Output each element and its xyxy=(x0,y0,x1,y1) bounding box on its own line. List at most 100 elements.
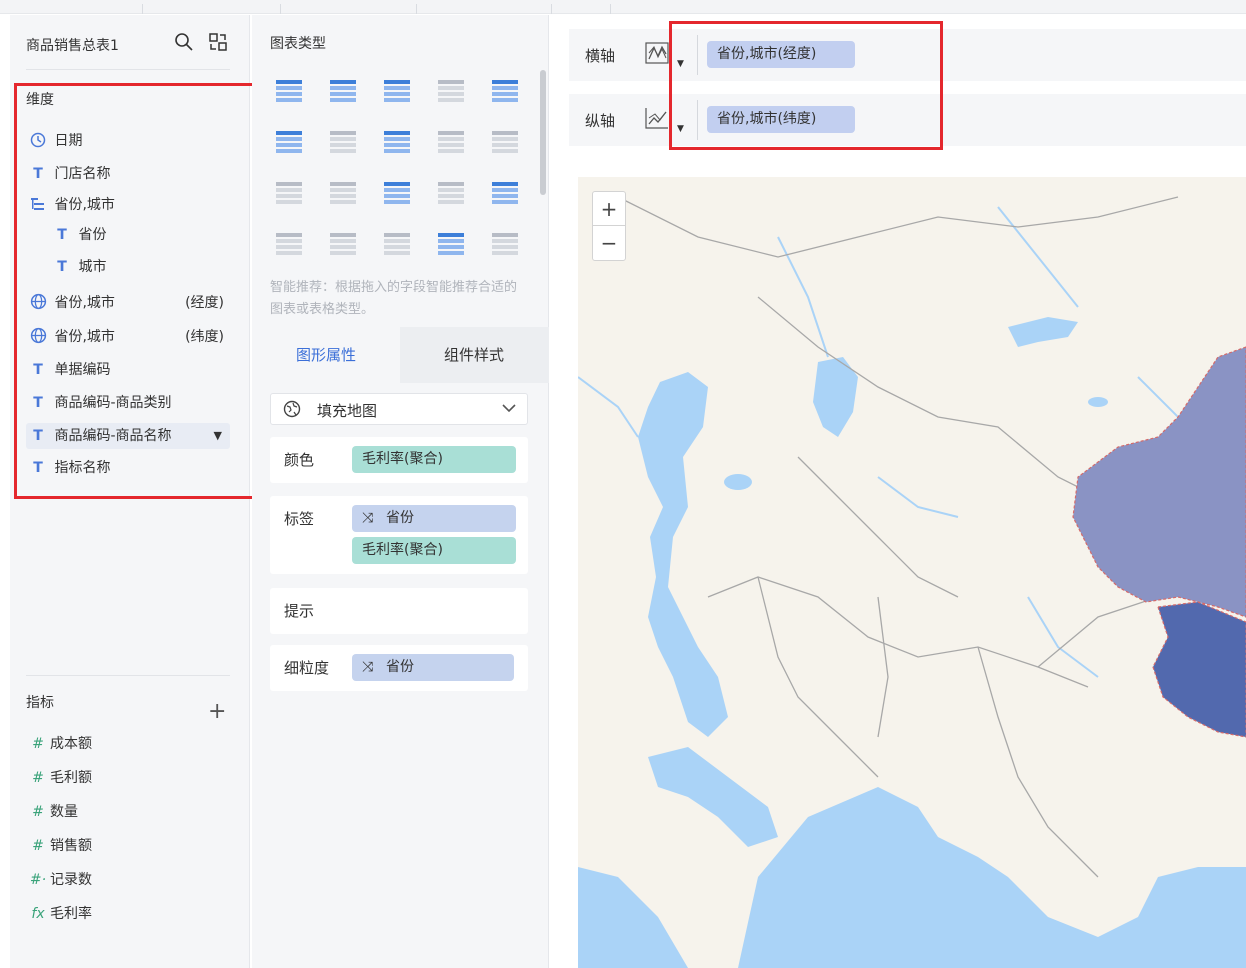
color-label: 颜色 xyxy=(284,451,315,469)
pill-label: 省份 xyxy=(386,659,414,675)
dimension-field-province-city[interactable]: 省份,城市 xyxy=(26,192,230,218)
data-field-panel: 商品销售总表1 维度 日期 T 门店名称 省份,城市 T 省份 T 城市 省份,… xyxy=(10,15,250,968)
pill-label: 省份 xyxy=(386,510,414,526)
globe-icon xyxy=(26,290,50,316)
measure-field-quantity[interactable]: # 数量 xyxy=(26,799,78,825)
axis-dropdown-icon[interactable]: ▼ xyxy=(677,59,684,69)
property-tabs: 图形属性 组件样式 xyxy=(252,327,549,383)
dimension-field-metric-name[interactable]: T 指标名称 xyxy=(26,455,230,481)
map-canvas[interactable] xyxy=(578,177,1246,968)
wave-line-icon[interactable] xyxy=(384,182,410,204)
scrollbar[interactable] xyxy=(540,70,546,195)
x-axis-field-pill[interactable]: 省份,城市(经度) xyxy=(707,41,855,68)
text-type-icon: T xyxy=(33,428,43,444)
filled-map[interactable]: + − xyxy=(578,177,1246,968)
field-label: 成本额 xyxy=(50,736,92,752)
field-label: 省份,城市 xyxy=(54,295,115,311)
field-label: 毛利率 xyxy=(50,906,92,922)
search-icon[interactable] xyxy=(174,32,194,52)
area-chart-icon[interactable] xyxy=(276,233,302,255)
field-label: 指标名称 xyxy=(54,460,111,476)
chart-subtype-select[interactable]: 填充地图 xyxy=(270,393,528,425)
granularity-property-box[interactable]: 细粒度 ⤨ 省份 xyxy=(270,645,528,691)
dimension-field-product-category[interactable]: T 商品编码-商品类别 xyxy=(26,390,230,416)
dimension-field-province[interactable]: T 省份 xyxy=(50,222,230,248)
scatter-icon[interactable] xyxy=(384,233,410,255)
legend-table-icon[interactable] xyxy=(276,131,302,153)
label-property-box[interactable]: 标签 ⤨ 省份 毛利率(聚合) xyxy=(270,496,528,574)
field-label: 销售额 xyxy=(50,838,92,854)
granularity-field-pill[interactable]: ⤨ 省份 xyxy=(352,654,514,681)
chevron-down-icon xyxy=(501,402,517,418)
measure-field-gross-profit[interactable]: # 毛利额 xyxy=(26,765,92,791)
dataset-title: 商品销售总表1 xyxy=(26,38,119,54)
dot-matrix-icon[interactable] xyxy=(384,131,410,153)
color-property-box[interactable]: 颜色 毛利率(聚合) xyxy=(270,437,528,483)
divider xyxy=(697,100,698,140)
text-type-icon: T xyxy=(57,227,67,243)
label-field-pill-margin[interactable]: 毛利率(聚合) xyxy=(352,537,516,564)
colored-table-icon[interactable] xyxy=(492,80,518,102)
measure-field-sales[interactable]: # 销售额 xyxy=(26,833,92,859)
y-axis-field-pill[interactable]: 省份,城市(纬度) xyxy=(707,106,855,133)
field-label: 省份,城市 xyxy=(54,329,115,345)
select-value: 填充地图 xyxy=(317,402,378,420)
chart-type-grid xyxy=(276,80,518,255)
bubble-icon[interactable] xyxy=(438,233,464,255)
add-measure-icon[interactable]: + xyxy=(208,701,226,723)
axis-dropdown-icon[interactable]: ▼ xyxy=(677,124,684,134)
axis-line-chart-icon[interactable] xyxy=(643,104,673,134)
measure-field-record-count[interactable]: #· 记录数 xyxy=(26,867,92,893)
kpi-number-icon[interactable] xyxy=(438,80,464,102)
y-axis-row: 纵轴 ▼ 省份,城市(纬度) xyxy=(569,94,1246,146)
label-field-pill-province[interactable]: ⤨ 省份 xyxy=(352,505,516,532)
dimension-field-city[interactable]: T 城市 xyxy=(50,254,230,280)
radar-line-icon[interactable] xyxy=(438,182,464,204)
pie-chart-icon[interactable] xyxy=(492,233,518,255)
axis-line-chart-icon[interactable] xyxy=(643,39,673,69)
dimension-field-store-name[interactable]: T 门店名称 xyxy=(26,161,230,187)
field-label: 记录数 xyxy=(50,872,92,888)
field-suffix: (经度) xyxy=(185,295,224,311)
tab-graph-properties[interactable]: 图形属性 xyxy=(252,327,400,383)
zoom-out-button[interactable]: − xyxy=(593,226,625,260)
dropdown-arrow-icon[interactable]: ▼ xyxy=(214,423,222,449)
number-type-icon: # xyxy=(32,838,44,854)
dimension-field-date[interactable]: 日期 xyxy=(26,128,230,154)
switch-dataset-icon[interactable] xyxy=(208,32,228,52)
field-label: 单据编码 xyxy=(54,362,111,378)
dimension-field-product-name[interactable]: T 商品编码-商品名称 ▼ xyxy=(26,423,230,449)
table-icon[interactable] xyxy=(276,80,302,102)
tooltip-property-box[interactable]: 提示 xyxy=(270,588,528,634)
horizontal-bar-icon[interactable] xyxy=(276,182,302,204)
map-zoom-control: + − xyxy=(592,191,626,261)
detail-table-icon[interactable] xyxy=(384,80,410,102)
measure-field-cost[interactable]: # 成本额 xyxy=(26,731,92,757)
divider xyxy=(697,35,698,75)
measure-field-gross-margin[interactable]: fx 毛利率 xyxy=(26,901,92,927)
divider xyxy=(26,675,230,676)
shuffle-icon: ⤨ xyxy=(362,659,374,675)
column-chart-icon[interactable] xyxy=(492,131,518,153)
text-type-icon: T xyxy=(33,460,43,476)
cross-table-icon[interactable] xyxy=(330,80,356,102)
top-tab-strip xyxy=(0,0,1246,14)
field-suffix: (纬度) xyxy=(185,329,224,345)
field-label: 商品编码-商品类别 xyxy=(54,395,172,411)
dimension-field-document-code[interactable]: T 单据编码 xyxy=(26,357,230,383)
dimension-field-latitude[interactable]: 省份,城市 (纬度) xyxy=(26,324,230,350)
text-type-icon: T xyxy=(33,395,43,411)
heatmap-icon[interactable] xyxy=(330,131,356,153)
step-icon[interactable] xyxy=(330,182,356,204)
clock-icon xyxy=(26,128,50,154)
formula-icon: fx xyxy=(31,906,45,922)
zoom-in-button[interactable]: + xyxy=(593,192,625,226)
radar-icon[interactable] xyxy=(492,182,518,204)
color-field-pill[interactable]: 毛利率(聚合) xyxy=(352,446,516,473)
tab-component-style[interactable]: 组件样式 xyxy=(400,327,548,383)
stacked-bar-icon[interactable] xyxy=(330,233,356,255)
measure-section-title: 指标 xyxy=(26,695,54,711)
x-axis-label: 横轴 xyxy=(585,47,616,65)
dimension-field-longitude[interactable]: 省份,城市 (经度) xyxy=(26,290,230,316)
bar-chart-icon[interactable] xyxy=(438,131,464,153)
